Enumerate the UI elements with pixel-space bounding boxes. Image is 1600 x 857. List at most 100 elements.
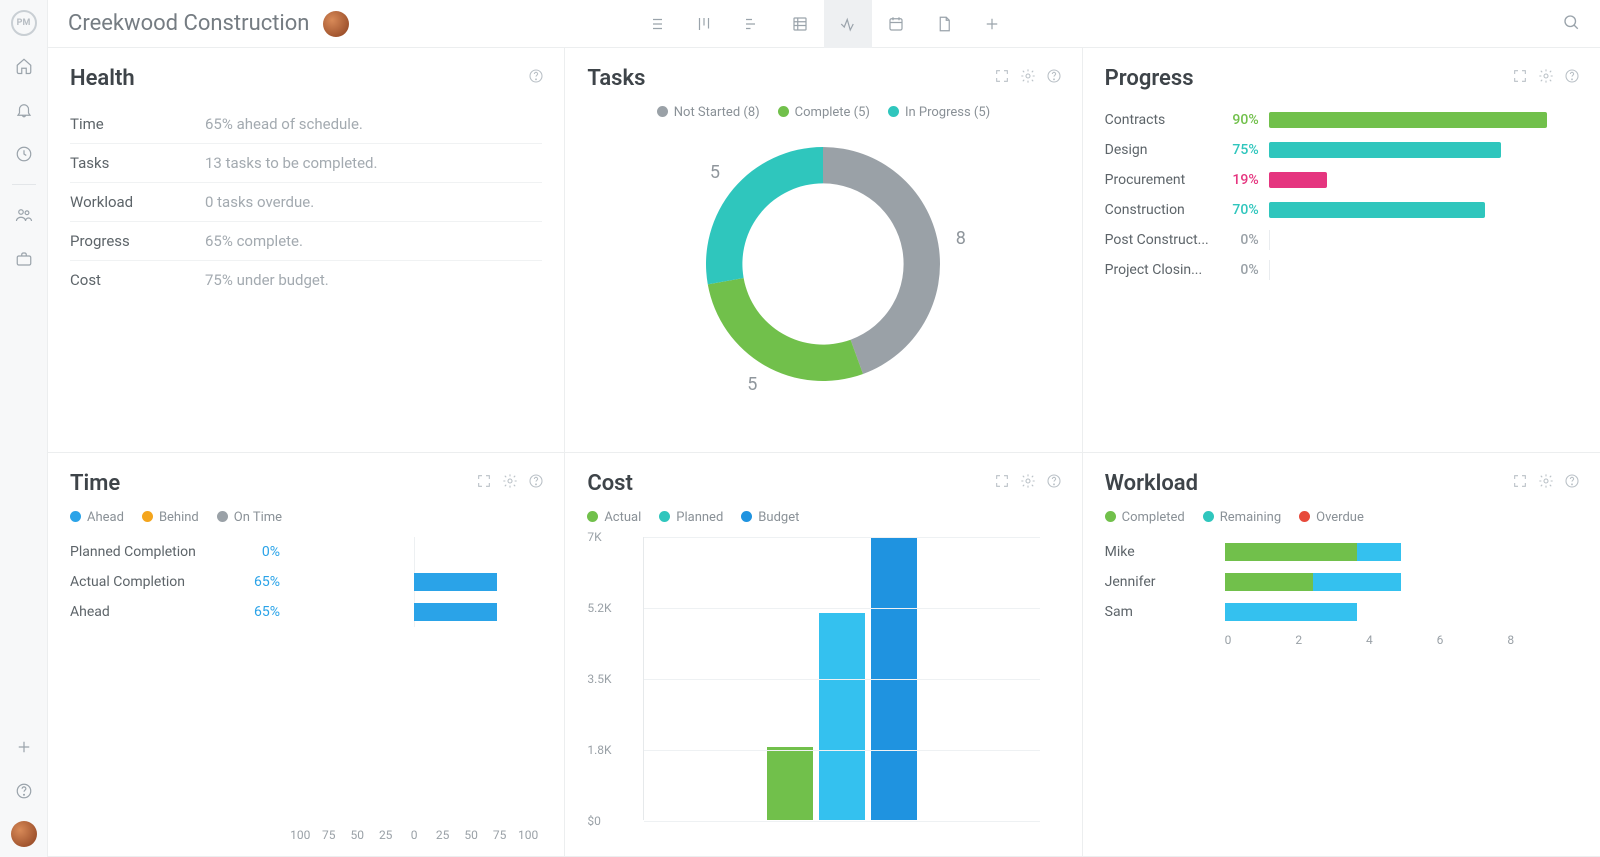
progress-name: Procurement <box>1105 172 1215 188</box>
expand-icon[interactable] <box>1510 66 1530 86</box>
tab-gantt[interactable] <box>728 0 776 48</box>
progress-name: Design <box>1105 142 1215 158</box>
health-row: Cost 75% under budget. <box>70 260 542 299</box>
time-name: Actual Completion <box>70 574 230 590</box>
legend-dot <box>659 511 670 522</box>
axis-tick-label: 1.8K <box>587 743 611 757</box>
legend-item: Completed <box>1105 510 1185 525</box>
progress-bar <box>1269 172 1328 188</box>
workload-segment <box>1313 573 1401 591</box>
help-icon[interactable] <box>1562 471 1582 491</box>
gridline <box>644 679 1039 680</box>
tab-files[interactable] <box>920 0 968 48</box>
tab-sheet[interactable] <box>776 0 824 48</box>
rail-divider <box>12 184 36 185</box>
axis-tick-label: 100 <box>286 828 314 842</box>
clock-icon[interactable] <box>10 140 38 168</box>
expand-icon[interactable] <box>992 471 1012 491</box>
time-legend: AheadBehindOn Time <box>70 510 542 525</box>
time-title: Time <box>70 471 542 496</box>
progress-name: Project Closin... <box>1105 262 1215 278</box>
tab-calendar[interactable] <box>872 0 920 48</box>
progress-row: Design 75% <box>1105 135 1578 165</box>
health-value: 75% under budget. <box>205 271 329 289</box>
help-icon[interactable] <box>10 777 38 805</box>
gear-icon[interactable] <box>1536 66 1556 86</box>
axis-tick-label: 25 <box>428 828 456 842</box>
briefcase-icon[interactable] <box>10 245 38 273</box>
workload-row: Jennifer <box>1105 567 1578 597</box>
gear-icon[interactable] <box>1018 66 1038 86</box>
workload-name: Mike <box>1105 544 1225 560</box>
project-member-avatar[interactable] <box>323 11 349 37</box>
help-icon[interactable] <box>526 66 546 86</box>
project-title: Creekwood Construction <box>68 11 309 36</box>
time-bar <box>414 603 497 621</box>
expand-icon[interactable] <box>992 66 1012 86</box>
workload-legend: CompletedRemainingOverdue <box>1105 510 1578 525</box>
legend-dot <box>657 106 668 117</box>
cost-bar <box>767 747 813 820</box>
legend-item: Not Started (8) <box>657 105 760 120</box>
progress-rows: Contracts 90% Design 75% Procurement 19%… <box>1105 105 1578 285</box>
workload-segment <box>1357 543 1401 561</box>
axis-tick-label: 50 <box>457 828 485 842</box>
people-icon[interactable] <box>10 201 38 229</box>
axis-tick-label: 50 <box>343 828 371 842</box>
search-icon[interactable] <box>1562 13 1580 35</box>
axis-tick-label: 5.2K <box>587 601 611 615</box>
left-nav-rail: PM <box>0 0 48 857</box>
progress-track <box>1269 112 1578 128</box>
donut-value-label: 5 <box>747 374 757 395</box>
time-track <box>286 573 542 591</box>
cost-bar <box>819 613 865 820</box>
tasks-title: Tasks <box>587 66 1059 91</box>
workload-track <box>1225 603 1578 621</box>
time-track <box>286 543 542 561</box>
card-workload: Workload CompletedRemainingOverdue Mike … <box>1083 453 1600 857</box>
expand-icon[interactable] <box>1510 471 1530 491</box>
progress-pct: 0% <box>1215 262 1259 278</box>
card-health: Health Time 65% ahead of schedule.Tasks … <box>48 48 565 453</box>
gear-icon[interactable] <box>1536 471 1556 491</box>
workload-segment <box>1225 573 1313 591</box>
tab-add[interactable] <box>968 0 1016 48</box>
time-chart: Planned Completion 0% Actual Completion … <box>70 533 542 847</box>
home-icon[interactable] <box>10 52 38 80</box>
progress-pct: 70% <box>1215 202 1259 218</box>
view-tabs <box>632 0 1016 48</box>
workload-segment <box>1225 543 1357 561</box>
tab-board[interactable] <box>680 0 728 48</box>
help-icon[interactable] <box>526 471 546 491</box>
app-logo[interactable]: PM <box>11 10 37 36</box>
gridline <box>644 750 1039 751</box>
time-name: Planned Completion <box>70 544 230 560</box>
workload-chart: Mike Jennifer Sam 02468 <box>1105 537 1578 847</box>
bell-icon[interactable] <box>10 96 38 124</box>
help-icon[interactable] <box>1044 66 1064 86</box>
help-icon[interactable] <box>1562 66 1582 86</box>
expand-icon[interactable] <box>474 471 494 491</box>
user-avatar[interactable] <box>11 821 37 847</box>
progress-zero-tick <box>1269 260 1270 280</box>
time-bar <box>414 573 497 591</box>
axis-tick-label: $0 <box>587 814 601 828</box>
time-zero-line <box>414 537 415 567</box>
card-cost: Cost ActualPlannedBudget 7K5.2K3.5K1.8K$… <box>565 453 1082 857</box>
time-pct: 65% <box>230 574 280 590</box>
help-icon[interactable] <box>1044 471 1064 491</box>
time-name: Ahead <box>70 604 230 620</box>
workload-title: Workload <box>1105 471 1578 496</box>
time-track <box>286 603 542 621</box>
workload-track <box>1225 543 1578 561</box>
donut-value-label: 8 <box>956 228 966 249</box>
gear-icon[interactable] <box>500 471 520 491</box>
dashboard-grid: Health Time 65% ahead of schedule.Tasks … <box>48 48 1600 857</box>
tab-dashboard[interactable] <box>824 0 872 48</box>
legend-dot <box>1203 511 1214 522</box>
gear-icon[interactable] <box>1018 471 1038 491</box>
health-value: 0 tasks overdue. <box>205 193 314 211</box>
add-project-icon[interactable] <box>10 733 38 761</box>
health-rows: Time 65% ahead of schedule.Tasks 13 task… <box>70 105 542 299</box>
tab-list[interactable] <box>632 0 680 48</box>
